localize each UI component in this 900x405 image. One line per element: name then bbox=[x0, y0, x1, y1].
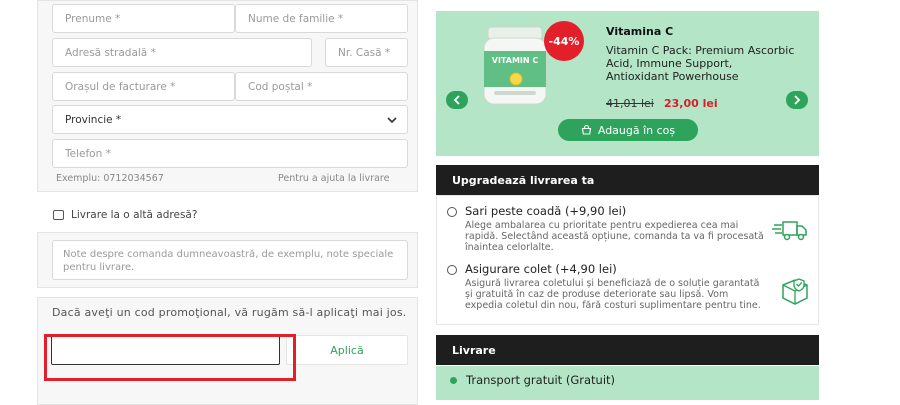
order-notes-panel bbox=[37, 232, 418, 288]
product-old-price: 41,01 lei bbox=[606, 97, 654, 110]
product-title: Vitamina C bbox=[606, 25, 674, 38]
ship-other-checkbox[interactable] bbox=[53, 210, 64, 220]
carousel-next-button[interactable] bbox=[786, 91, 808, 109]
chevron-down-icon bbox=[387, 117, 397, 124]
last-name-field[interactable] bbox=[235, 4, 408, 33]
delivery-header: Livrare bbox=[436, 335, 819, 365]
free-transport-label: Transport gratuit (Gratuit) bbox=[466, 373, 616, 387]
shopping-bag-icon bbox=[581, 125, 591, 135]
street-address-field[interactable] bbox=[52, 38, 312, 67]
skip-queue-desc: Alege ambalarea cu prioritate pentru exp… bbox=[465, 220, 764, 253]
add-to-cart-button[interactable]: Adaugă în coș bbox=[558, 119, 698, 141]
city-input[interactable] bbox=[53, 73, 234, 100]
skip-queue-title: Sari peste coadă (+9,90 lei) bbox=[465, 204, 627, 218]
house-number-field[interactable] bbox=[325, 38, 408, 67]
upsell-product-card: VITAMIN C -44% Vitamina C Vitamin C Pack… bbox=[436, 11, 819, 156]
phone-example: Exemplu: 0712034567 bbox=[56, 173, 164, 184]
phone-hint: Pentru a ajuta la livrare bbox=[278, 173, 390, 184]
parcel-insurance-desc: Asigură livrarea coletului și beneficiaz… bbox=[465, 278, 761, 311]
city-field[interactable] bbox=[52, 72, 235, 101]
house-number-input[interactable] bbox=[326, 39, 407, 66]
chevron-right-icon bbox=[794, 95, 801, 105]
postal-code-input[interactable] bbox=[236, 73, 407, 100]
fast-truck-icon bbox=[772, 221, 807, 241]
selected-radio-dot[interactable] bbox=[450, 377, 457, 384]
skip-queue-radio[interactable] bbox=[447, 207, 457, 217]
province-select[interactable]: Provincie * bbox=[52, 105, 408, 134]
parcel-insurance-option[interactable]: Asigurare colet (+4,90 lei) Asigură livr… bbox=[447, 262, 807, 322]
parcel-insurance-title: Asigurare colet (+4,90 lei) bbox=[465, 262, 617, 276]
billing-form: Provincie * Exemplu: 0712034567 Pentru a… bbox=[37, 0, 418, 192]
postal-code-field[interactable] bbox=[235, 72, 408, 101]
phone-input[interactable] bbox=[53, 140, 407, 167]
phone-field[interactable] bbox=[52, 139, 408, 168]
chevron-left-icon bbox=[453, 95, 460, 105]
ship-other-label: Livrare la o altă adresă? bbox=[71, 209, 198, 221]
promo-text: Dacă aveţi un cod promoţional, vă rugăm … bbox=[52, 306, 407, 319]
jar-label: VITAMIN C bbox=[492, 56, 539, 65]
annotation-highlight-box bbox=[44, 334, 296, 381]
parcel-insurance-radio[interactable] bbox=[447, 265, 457, 275]
province-value: Provincie * bbox=[65, 113, 122, 126]
last-name-input[interactable] bbox=[236, 5, 407, 32]
order-notes-textarea[interactable] bbox=[52, 240, 408, 280]
carousel-prev-button[interactable] bbox=[446, 91, 468, 109]
first-name-input[interactable] bbox=[53, 5, 234, 32]
add-to-cart-label: Adaugă în coș bbox=[597, 123, 676, 137]
skip-queue-option[interactable]: Sari peste coadă (+9,90 lei) Alege ambal… bbox=[447, 204, 807, 256]
apply-promo-button[interactable]: Aplică bbox=[286, 335, 408, 365]
first-name-field[interactable] bbox=[52, 4, 235, 33]
ship-to-different-address[interactable]: Livrare la o altă adresă? bbox=[53, 209, 197, 221]
discount-badge: -44% bbox=[544, 21, 584, 61]
street-address-input[interactable] bbox=[53, 39, 311, 66]
upgrade-delivery-header: Upgradează livrarea ta bbox=[436, 165, 819, 195]
product-description: Vitamin C Pack: Premium Ascorbic Acid, I… bbox=[606, 44, 795, 83]
insured-package-icon bbox=[782, 278, 808, 305]
upgrade-delivery-options: Sari peste coadă (+9,90 lei) Alege ambal… bbox=[436, 195, 819, 325]
delivery-options: Transport gratuit (Gratuit) bbox=[436, 366, 819, 400]
product-jar-image: VITAMIN C bbox=[483, 26, 547, 105]
product-new-price: 23,00 lei bbox=[664, 97, 718, 110]
